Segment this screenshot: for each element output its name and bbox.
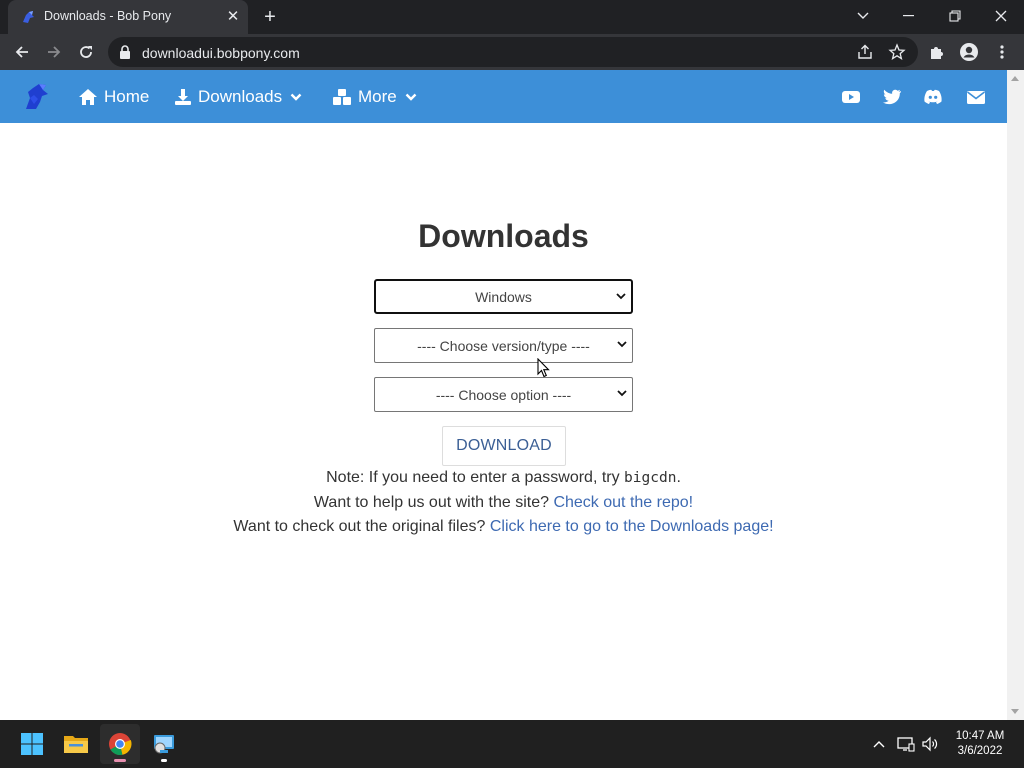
chevron-down-icon bbox=[290, 93, 302, 101]
version-select-value: ---- Choose version/type ---- bbox=[417, 337, 590, 354]
nav-home[interactable]: Home bbox=[78, 70, 149, 123]
help-note: Want to help us out with the site? Check… bbox=[0, 494, 1007, 512]
clock-time: 10:47 AM bbox=[955, 730, 1005, 742]
files-note-text: Want to check out the original files? bbox=[233, 518, 490, 535]
chevron-down-icon bbox=[617, 341, 627, 348]
page-viewport: Home Downloads More Downloads Windows --… bbox=[0, 70, 1024, 720]
address-bar[interactable]: downloadui.bobpony.com bbox=[108, 37, 918, 67]
option-select-value: ---- Choose option ---- bbox=[435, 386, 572, 403]
site-navbar: Home Downloads More bbox=[0, 70, 1007, 123]
forward-arrow-icon[interactable] bbox=[41, 39, 67, 65]
nav-downloads[interactable]: Downloads bbox=[174, 70, 302, 123]
os-select[interactable]: Windows bbox=[374, 279, 633, 314]
twitter-icon[interactable] bbox=[882, 88, 902, 106]
running-app-indicator bbox=[161, 759, 167, 762]
new-tab-button[interactable]: + bbox=[259, 6, 281, 28]
files-note: Want to check out the original files? Cl… bbox=[0, 518, 1007, 536]
browser-tab[interactable]: Downloads - Bob Pony ✕ bbox=[8, 0, 248, 34]
windows-logo-icon bbox=[21, 733, 43, 755]
scroll-down-arrow-icon[interactable] bbox=[1011, 709, 1019, 714]
active-app-indicator bbox=[114, 759, 126, 762]
chevron-down-icon bbox=[617, 390, 627, 397]
browser-toolbar: downloadui.bobpony.com bbox=[0, 34, 1024, 70]
tab-strip: Downloads - Bob Pony ✕ + bbox=[0, 0, 1024, 34]
windows-taskbar: 10:47 AM 3/6/2022 bbox=[0, 720, 1024, 768]
minimize-button[interactable] bbox=[886, 0, 932, 32]
reload-icon[interactable] bbox=[73, 39, 99, 65]
restore-button[interactable] bbox=[932, 0, 978, 32]
page-title: Downloads bbox=[418, 218, 589, 254]
nav-more[interactable]: More bbox=[332, 70, 417, 123]
nav-home-label: Home bbox=[104, 86, 150, 106]
discord-icon[interactable] bbox=[923, 88, 943, 106]
password-note-text: Note: If you need to enter a password, t… bbox=[326, 469, 625, 486]
start-button[interactable] bbox=[12, 724, 52, 764]
downloads-page-link[interactable]: Click here to go to the Downloads page! bbox=[490, 518, 774, 535]
folder-icon bbox=[64, 736, 88, 753]
network-icon[interactable] bbox=[897, 735, 915, 753]
page-scrollbar[interactable] bbox=[1007, 70, 1024, 720]
home-icon bbox=[79, 88, 97, 105]
nav-more-label: More bbox=[358, 86, 397, 106]
chrome-menu-icon[interactable] bbox=[989, 39, 1015, 65]
file-explorer-app[interactable] bbox=[56, 724, 96, 764]
share-icon[interactable] bbox=[856, 43, 874, 61]
version-select[interactable]: ---- Choose version/type ---- bbox=[374, 328, 633, 363]
option-select[interactable]: ---- Choose option ---- bbox=[374, 377, 633, 412]
clock-date: 3/6/2022 bbox=[957, 745, 1003, 757]
password-note-end: . bbox=[676, 469, 681, 486]
back-arrow-icon[interactable] bbox=[9, 39, 35, 65]
password-note: Note: If you need to enter a password, t… bbox=[0, 469, 1007, 487]
bobpony-logo-icon[interactable] bbox=[22, 82, 52, 112]
os-select-value: Windows bbox=[475, 288, 532, 305]
repo-link[interactable]: Check out the repo! bbox=[553, 494, 693, 511]
control-panel-app[interactable] bbox=[144, 724, 184, 764]
bobpony-favicon-icon bbox=[23, 11, 34, 23]
lock-icon[interactable] bbox=[119, 45, 131, 59]
tab-search-icon[interactable] bbox=[840, 0, 886, 32]
scroll-up-arrow-icon[interactable] bbox=[1011, 76, 1019, 81]
chrome-app[interactable] bbox=[100, 724, 140, 764]
extensions-puzzle-icon[interactable] bbox=[924, 39, 950, 65]
chevron-down-icon bbox=[616, 293, 626, 300]
tab-title: Downloads - Bob Pony bbox=[44, 9, 172, 23]
download-icon bbox=[175, 88, 191, 105]
chrome-icon bbox=[109, 733, 132, 755]
download-button[interactable]: DOWNLOAD bbox=[442, 426, 566, 466]
profile-avatar-icon[interactable] bbox=[956, 39, 982, 65]
mouse-cursor-icon bbox=[537, 358, 550, 378]
password-code: bigcdn bbox=[624, 470, 677, 486]
monitor-app-icon bbox=[154, 735, 174, 754]
cubes-icon bbox=[333, 88, 351, 105]
email-envelope-icon[interactable] bbox=[966, 88, 986, 106]
help-note-text: Want to help us out with the site? bbox=[313, 494, 554, 511]
url-text[interactable]: downloadui.bobpony.com bbox=[142, 45, 300, 61]
taskbar-clock[interactable]: 10:47 AM 3/6/2022 bbox=[944, 729, 1016, 759]
tab-close-icon[interactable]: ✕ bbox=[224, 8, 242, 26]
nav-downloads-label: Downloads bbox=[198, 86, 283, 106]
close-window-button[interactable] bbox=[978, 0, 1024, 32]
youtube-icon[interactable] bbox=[841, 88, 861, 106]
chevron-down-icon bbox=[405, 93, 417, 101]
chevron-up-icon[interactable] bbox=[870, 735, 888, 753]
volume-icon[interactable] bbox=[921, 735, 939, 753]
bookmark-star-icon[interactable] bbox=[888, 43, 906, 61]
